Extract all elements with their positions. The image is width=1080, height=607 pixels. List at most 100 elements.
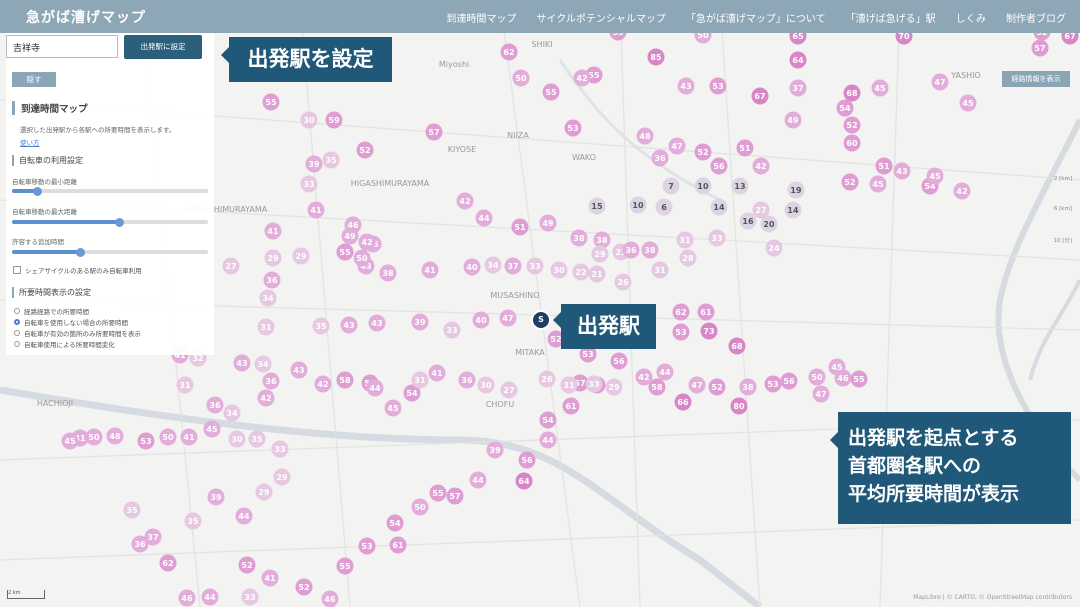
station-marker[interactable]: 49	[784, 111, 802, 129]
station-marker[interactable]: 14	[784, 201, 802, 219]
station-marker[interactable]: 41	[180, 428, 198, 446]
nav-blog[interactable]: 制作者ブログ	[1006, 10, 1066, 25]
station-marker[interactable]: 42	[314, 375, 332, 393]
station-marker[interactable]: 47	[499, 309, 517, 327]
station-marker[interactable]: 29	[591, 245, 609, 263]
station-marker[interactable]: 40	[472, 311, 490, 329]
station-marker[interactable]: 49	[539, 214, 557, 232]
extra-time-slider[interactable]	[12, 247, 208, 257]
station-marker[interactable]: 35	[312, 317, 330, 335]
hide-panel-button[interactable]: 隠す	[12, 72, 56, 87]
station-marker[interactable]: 42	[257, 389, 275, 407]
station-marker[interactable]: 52	[843, 116, 861, 134]
station-marker[interactable]: 57	[425, 123, 443, 141]
station-marker[interactable]: 55	[262, 93, 280, 111]
station-marker[interactable]: 22	[572, 263, 590, 281]
station-marker[interactable]: 45	[61, 432, 79, 450]
station-marker[interactable]: 21	[588, 265, 606, 283]
station-marker[interactable]: 43	[233, 354, 251, 372]
station-marker[interactable]: 52	[841, 173, 859, 191]
min-distance-slider[interactable]	[12, 186, 208, 196]
station-marker[interactable]: 58	[336, 371, 354, 389]
slider-knob[interactable]	[76, 247, 86, 257]
station-marker[interactable]: 36	[651, 149, 669, 167]
station-marker[interactable]: 56	[518, 451, 536, 469]
checkbox-box[interactable]	[13, 266, 21, 274]
display-option[interactable]: 自転車使用による所要時間変化	[14, 339, 115, 349]
station-marker[interactable]: 37	[504, 257, 522, 275]
station-marker[interactable]: 35	[184, 512, 202, 530]
station-marker[interactable]: 48	[636, 127, 654, 145]
station-marker[interactable]: 46	[321, 590, 339, 607]
station-marker[interactable]: 29	[255, 483, 273, 501]
station-marker[interactable]: 27	[500, 381, 518, 399]
station-marker[interactable]: 54	[836, 99, 854, 117]
nav-stations[interactable]: 「漕げば急げる」駅	[846, 10, 936, 25]
nav-cycle-potential-map[interactable]: サイクルポテンシャルマップ	[536, 10, 666, 25]
station-marker[interactable]: 10	[629, 196, 647, 214]
station-marker[interactable]: 31	[411, 371, 429, 389]
station-marker[interactable]: 61	[389, 536, 407, 554]
station-marker[interactable]: 35	[322, 151, 340, 169]
nav-mechanism[interactable]: しくみ	[956, 10, 986, 25]
station-marker[interactable]: 43	[893, 162, 911, 180]
station-marker[interactable]: 49	[341, 227, 359, 245]
station-marker[interactable]: 33	[443, 321, 461, 339]
station-marker[interactable]: 52	[694, 143, 712, 161]
map-attribution[interactable]: MapLibre | © CARTO, © OpenStreetMap cont…	[913, 594, 1072, 601]
station-marker[interactable]: 33	[241, 588, 259, 606]
station-marker[interactable]: 13	[731, 177, 749, 195]
nav-about[interactable]: 「急がば漕げマップ」について	[686, 10, 826, 25]
station-marker[interactable]: 50	[353, 249, 371, 267]
station-marker[interactable]: 31	[560, 376, 578, 394]
station-marker[interactable]: 53	[137, 432, 155, 450]
set-origin-button[interactable]: 出発駅に設定	[124, 35, 202, 59]
station-marker[interactable]: 45	[203, 420, 221, 438]
station-marker[interactable]: 15	[588, 197, 606, 215]
station-marker[interactable]: 55	[542, 83, 560, 101]
station-marker[interactable]: 34	[254, 355, 272, 373]
station-marker[interactable]: 52	[356, 141, 374, 159]
station-marker[interactable]: 46	[178, 589, 196, 607]
station-marker[interactable]: 43	[677, 77, 695, 95]
station-marker[interactable]: 80	[730, 397, 748, 415]
station-marker[interactable]: 14	[710, 198, 728, 216]
station-marker[interactable]: 68	[728, 337, 746, 355]
station-marker[interactable]: 44	[235, 507, 253, 525]
station-marker[interactable]: 47	[688, 376, 706, 394]
display-option[interactable]: 自転車が有効の箇所のみ所要時間を表示	[14, 328, 141, 338]
station-marker[interactable]: 33	[300, 175, 318, 193]
station-marker[interactable]: 52	[708, 378, 726, 396]
station-marker[interactable]: 39	[207, 488, 225, 506]
station-marker[interactable]: 47	[931, 73, 949, 91]
station-marker[interactable]: 53	[709, 77, 727, 95]
station-marker[interactable]: 54	[386, 514, 404, 532]
nav-reach-map[interactable]: 到達時間マップ	[446, 10, 516, 25]
station-marker[interactable]: 36	[622, 241, 640, 259]
station-marker[interactable]: 36	[263, 271, 281, 289]
station-marker[interactable]: 35	[123, 501, 141, 519]
station-marker[interactable]: 39	[305, 155, 323, 173]
station-marker[interactable]: 26	[614, 273, 632, 291]
station-marker[interactable]: 37	[789, 79, 807, 97]
station-marker[interactable]: 66	[674, 393, 692, 411]
station-marker[interactable]: 47	[668, 137, 686, 155]
station-marker[interactable]: 44	[656, 363, 674, 381]
station-marker[interactable]: 45	[926, 167, 944, 185]
station-marker[interactable]: 44	[475, 209, 493, 227]
station-marker[interactable]: 36	[206, 396, 224, 414]
station-marker[interactable]: 44	[201, 588, 219, 606]
station-marker[interactable]: 85	[647, 48, 665, 66]
station-marker[interactable]: 56	[780, 372, 798, 390]
station-marker[interactable]: 50	[411, 498, 429, 516]
station-marker[interactable]: 39	[411, 313, 429, 331]
station-marker[interactable]: 45	[959, 94, 977, 112]
station-marker[interactable]: 42	[752, 157, 770, 175]
station-marker[interactable]: 24	[765, 239, 783, 257]
station-marker[interactable]: 30	[477, 376, 495, 394]
station-marker[interactable]: 60	[843, 134, 861, 152]
station-marker[interactable]: 64	[515, 472, 533, 490]
station-marker[interactable]: 73	[700, 322, 718, 340]
station-marker[interactable]: 41	[307, 201, 325, 219]
station-marker[interactable]: 35	[248, 430, 266, 448]
